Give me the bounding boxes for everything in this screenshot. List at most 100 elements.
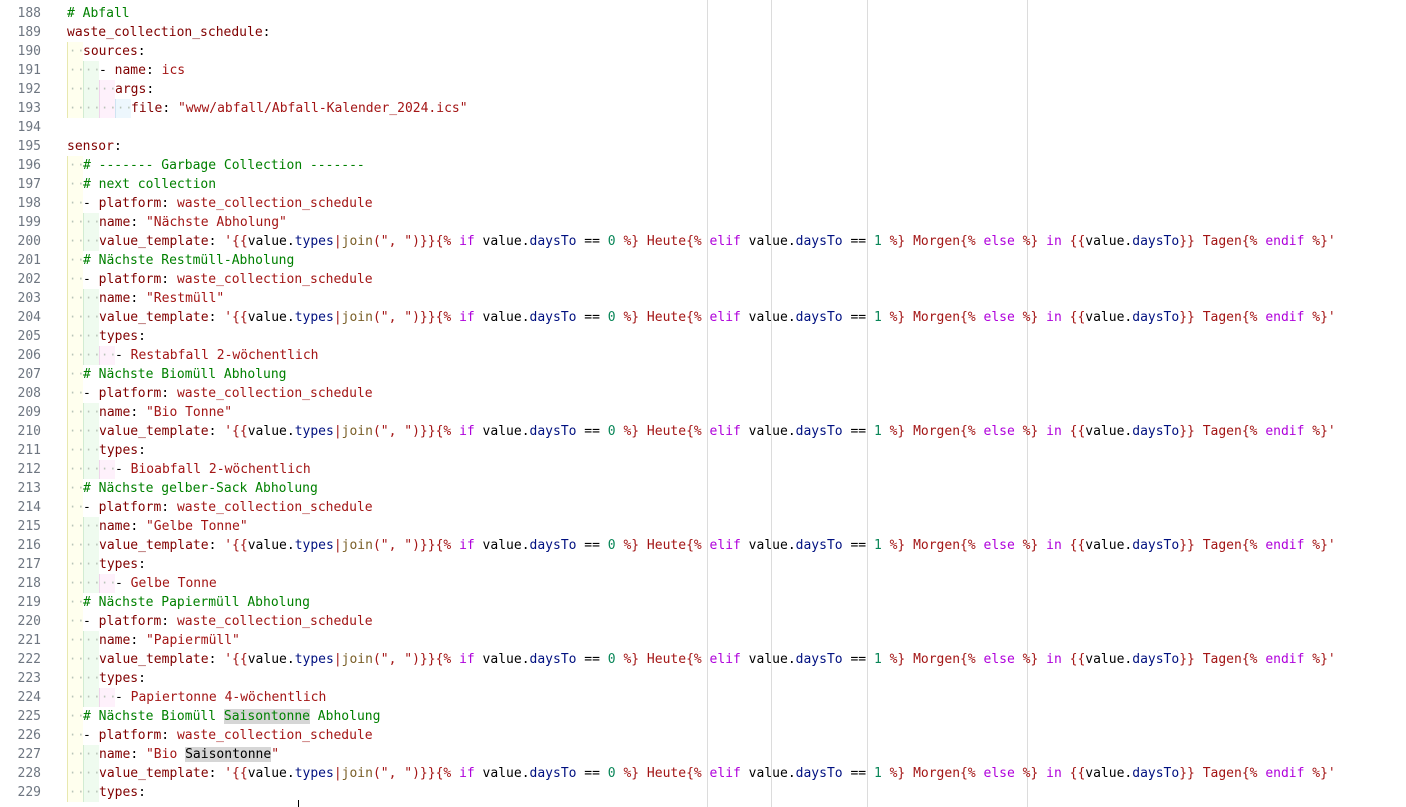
code-line[interactable]: - Bioabfall 2-wöchentlich: [67, 460, 311, 479]
code-token: value: [740, 234, 788, 249]
code-line[interactable]: value_template: '{{value.types|join(", "…: [67, 422, 1336, 441]
code-line[interactable]: value_template: '{{value.types|join(", "…: [67, 308, 1336, 327]
code-token: '{{: [224, 310, 248, 325]
code-line[interactable]: name: "Restmüll": [67, 289, 224, 308]
code-line[interactable]: - platform: waste_collection_schedule: [67, 726, 373, 745]
code-line[interactable]: - platform: waste_collection_schedule: [67, 194, 373, 213]
code-token: }} Tagen{%: [1179, 766, 1266, 781]
code-token: platform: [98, 500, 162, 515]
code-token: 1: [873, 652, 882, 667]
code-line[interactable]: - Gelbe Tonne: [67, 574, 217, 593]
code-line[interactable]: types:: [67, 441, 146, 460]
code-token: .: [521, 424, 530, 439]
code-token: ==: [576, 652, 608, 667]
code-token: Abholung: [309, 709, 381, 724]
code-line[interactable]: name: "Nächste Abholung": [67, 213, 287, 232]
code-line[interactable]: # Nächste Biomüll Saisontonne Abholung: [67, 707, 380, 726]
line-number: 210: [17, 424, 41, 439]
line-number: 197: [17, 177, 41, 192]
code-line[interactable]: - Papiertonne 4-wöchentlich: [67, 688, 326, 707]
line-number: 207: [17, 367, 41, 382]
indent-guide: [83, 61, 101, 80]
code-line[interactable]: value_template: '{{value.types|join(", "…: [67, 650, 1336, 669]
code-token: :: [130, 291, 146, 306]
line-number: 196: [17, 158, 41, 173]
code-token: .: [286, 234, 295, 249]
code-token: 0: [607, 766, 616, 781]
code-line[interactable]: name: "Papiermüll": [67, 631, 240, 650]
code-token: :: [208, 652, 225, 667]
code-line[interactable]: types:: [67, 327, 146, 346]
line-number: 218: [17, 576, 41, 591]
code-line[interactable]: - platform: waste_collection_schedule: [67, 498, 373, 517]
code-token: elif: [709, 234, 741, 249]
code-token: value_template: [99, 652, 209, 667]
code-token: daysTo: [795, 234, 843, 249]
code-line[interactable]: file: "www/abfall/Abfall-Kalender_2024.i…: [67, 99, 468, 118]
code-line[interactable]: # ------- Garbage Collection -------: [67, 156, 365, 175]
code-token: 1: [873, 538, 882, 553]
code-line[interactable]: name: "Bio Tonne": [67, 403, 232, 422]
code-line[interactable]: name: "Gelbe Tonne": [67, 517, 248, 536]
code-token: :: [138, 557, 146, 572]
indent-guide: [67, 460, 85, 479]
code-token: :: [161, 614, 177, 629]
code-token: name: [99, 633, 131, 648]
code-line[interactable]: name: "Bio Saisontonne": [67, 745, 279, 764]
code-token: daysTo: [529, 234, 577, 249]
code-line[interactable]: args:: [67, 80, 154, 99]
code-token: endif: [1265, 538, 1305, 553]
code-token: .: [787, 234, 796, 249]
code-line[interactable]: - Restabfall 2-wöchentlich: [67, 346, 319, 365]
code-line[interactable]: # Nächste gelber-Sack Abholung: [67, 479, 318, 498]
code-token: :: [162, 101, 178, 116]
code-line[interactable]: value_template: '{{value.types|join(", "…: [67, 764, 1336, 783]
code-token: platform: [98, 614, 162, 629]
code-token: value: [1085, 766, 1125, 781]
line-number: 192: [17, 82, 41, 97]
code-editor[interactable]: 188 189 190 191 192 193 194 195 196 197 198 199 200 2…: [0, 0, 1406, 807]
line-number: 208: [17, 386, 41, 401]
code-line[interactable]: # next collection: [67, 175, 216, 194]
code-token: # Nächste gelber-Sack Abholung: [83, 481, 318, 496]
indent-guide: [67, 669, 85, 688]
code-token: .: [787, 766, 796, 781]
indent-guide: [83, 289, 101, 308]
code-token: '{{: [224, 234, 248, 249]
code-line[interactable]: - name: ics: [67, 61, 185, 80]
code-token: %} Morgen{%: [881, 424, 984, 439]
code-token: if: [459, 234, 475, 249]
code-line[interactable]: # Abfall: [67, 4, 130, 23]
code-line[interactable]: - platform: waste_collection_schedule: [67, 270, 373, 289]
code-token: %} Morgen{%: [881, 652, 984, 667]
line-number: 195: [17, 139, 41, 154]
code-line[interactable]: types:: [67, 669, 146, 688]
indent-guide: [67, 175, 85, 194]
code-line[interactable]: types:: [67, 783, 146, 802]
code-token: .: [521, 538, 530, 553]
code-line[interactable]: value_template: '{{value.types|join(", "…: [67, 232, 1336, 251]
code-token: %} Morgen{%: [881, 766, 984, 781]
code-token: waste_collection_schedule: [176, 196, 373, 211]
code-token: daysTo: [795, 310, 843, 325]
code-line[interactable]: waste_collection_schedule:: [67, 23, 271, 42]
code-line[interactable]: sensor:: [67, 137, 122, 156]
code-token: value: [1085, 652, 1125, 667]
code-token: ==: [576, 310, 608, 325]
code-token: }} Tagen{%: [1179, 538, 1266, 553]
code-line[interactable]: - platform: waste_collection_schedule: [67, 384, 373, 403]
code-line[interactable]: # Nächste Restmüll-Abholung: [67, 251, 294, 270]
code-token: %}': [1304, 538, 1336, 553]
indent-guide: [67, 289, 85, 308]
code-line[interactable]: sources:: [67, 42, 146, 61]
code-token: ==: [576, 538, 608, 553]
code-line[interactable]: value_template: '{{value.types|join(", "…: [67, 536, 1336, 555]
code-line[interactable]: types:: [67, 555, 146, 574]
code-line[interactable]: - platform: waste_collection_schedule: [67, 612, 373, 631]
code-line[interactable]: # Nächste Papiermüll Abholung: [67, 593, 310, 612]
code-line[interactable]: # Nächste Biomüll Abholung: [67, 365, 287, 384]
line-number: 217: [17, 557, 41, 572]
code-token: join: [341, 310, 373, 325]
code-token: :: [208, 234, 225, 249]
code-token: if: [459, 538, 475, 553]
